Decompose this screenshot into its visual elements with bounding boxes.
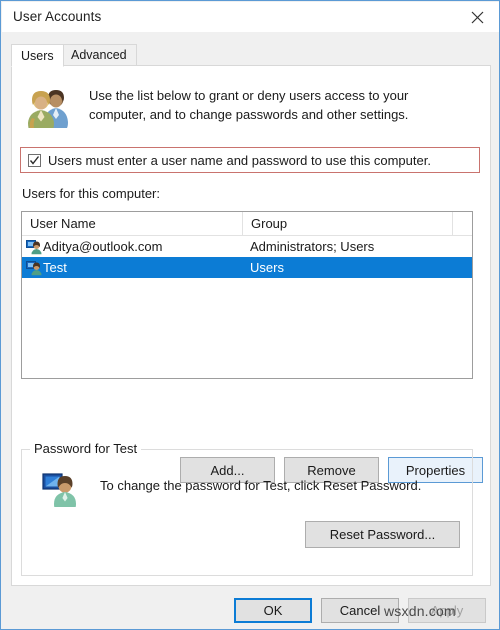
tab-advanced[interactable]: Advanced — [61, 44, 137, 66]
password-group-title: Password for Test — [30, 441, 142, 456]
cancel-button-label: Cancel — [339, 603, 381, 618]
require-password-checkbox[interactable] — [28, 153, 41, 167]
column-header-group-label: Group — [251, 216, 288, 231]
reset-password-button[interactable]: Reset Password... — [305, 521, 460, 548]
ok-button[interactable]: OK — [234, 598, 312, 623]
users-list[interactable]: User Name Group Aditya@outlook.com Admin… — [21, 211, 473, 379]
checkmark-icon — [29, 155, 40, 165]
tab-strip: Users Advanced — [11, 44, 491, 67]
tab-advanced-label: Advanced — [71, 48, 127, 62]
users-tab-panel: Use the list below to grant or deny user… — [11, 65, 491, 586]
two-users-icon — [25, 84, 73, 128]
column-header-user-name[interactable]: User Name — [22, 212, 242, 235]
user-name-cell: Test — [43, 260, 67, 275]
column-header-spacer — [452, 212, 472, 235]
user-group-cell: Administrators; Users — [250, 239, 375, 254]
require-password-label: Users must enter a user name and passwor… — [48, 152, 431, 168]
reset-password-button-label: Reset Password... — [329, 527, 436, 542]
cancel-button[interactable]: Cancel — [321, 598, 399, 623]
password-group-box — [21, 449, 473, 576]
require-password-row[interactable]: Users must enter a user name and passwor… — [20, 147, 480, 173]
column-header-group[interactable]: Group — [242, 212, 452, 235]
column-header-user-name-label: User Name — [30, 216, 96, 231]
users-list-label: Users for this computer: — [22, 186, 160, 201]
table-row[interactable]: Aditya@outlook.com Administrators; Users — [22, 236, 472, 257]
table-row[interactable]: Test Users — [22, 257, 472, 278]
user-monitor-icon — [42, 471, 80, 507]
intro-description: Use the list below to grant or deny user… — [89, 88, 409, 122]
tab-users-label: Users — [21, 48, 54, 63]
user-accounts-window: User Accounts Users Advanced Use the lis… — [0, 0, 500, 630]
tab-users[interactable]: Users — [11, 44, 64, 67]
apply-button: Apply — [408, 598, 486, 623]
user-icon — [26, 260, 42, 276]
ok-button-label: OK — [263, 603, 283, 618]
user-name-cell: Aditya@outlook.com — [43, 239, 163, 254]
user-group-cell: Users — [250, 260, 284, 275]
title-bar: User Accounts — [2, 2, 499, 32]
apply-button-label: Apply — [430, 603, 464, 618]
window-title: User Accounts — [13, 9, 102, 24]
close-icon[interactable] — [455, 2, 499, 32]
user-icon — [26, 239, 42, 255]
row-selection-highlight — [22, 257, 452, 278]
users-list-header: User Name Group — [22, 212, 472, 236]
password-description: To change the password for Test, click R… — [100, 478, 422, 493]
